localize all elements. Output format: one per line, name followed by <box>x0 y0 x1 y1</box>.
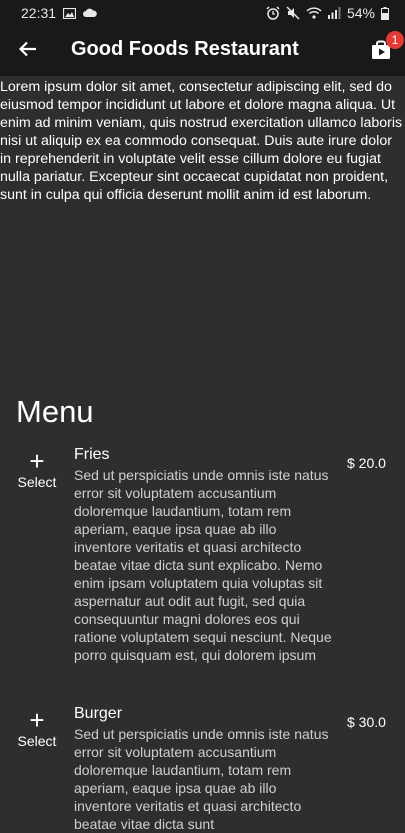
status-bar: 22:31 54% <box>0 0 405 26</box>
plus-icon: + <box>29 446 45 476</box>
menu-heading: Menu <box>16 394 94 429</box>
cloud-icon <box>83 8 97 18</box>
select-label: Select <box>17 733 57 749</box>
signal-icon <box>327 7 341 19</box>
app-bar: Good Foods Restaurant 1 <box>0 26 405 76</box>
battery-icon <box>381 6 389 20</box>
select-button-fries[interactable]: + Select <box>8 448 66 494</box>
wifi-icon <box>306 7 322 19</box>
mute-icon <box>286 6 300 20</box>
back-button[interactable] <box>14 37 42 65</box>
select-button-burger[interactable]: + Select <box>8 707 66 753</box>
status-right: 54% <box>266 0 389 26</box>
app-title: Good Foods Restaurant <box>71 38 299 60</box>
item-description: Sed ut perspiciatis unde omnis iste natu… <box>74 726 329 832</box>
status-time: 22:31 <box>21 5 57 21</box>
item-name: Fries <box>74 446 110 463</box>
item-price: $ 30.0 <box>347 714 386 730</box>
select-label: Select <box>17 474 57 490</box>
item-description: Sed ut perspiciatis unde omnis iste natu… <box>74 467 332 663</box>
alarm-icon <box>266 6 280 20</box>
item-name: Burger <box>74 705 123 722</box>
gallery-icon <box>63 7 77 19</box>
shopping-bag-icon <box>370 40 392 65</box>
restaurant-description: Lorem ipsum dolor sit amet, consectetur … <box>0 79 403 203</box>
status-left: 22:31 <box>0 5 97 21</box>
arrow-left-icon <box>18 39 38 64</box>
plus-icon: + <box>29 705 45 735</box>
cart-badge: 1 <box>386 31 404 49</box>
battery-percent: 54% <box>346 5 375 21</box>
item-price: $ 20.0 <box>347 455 386 471</box>
